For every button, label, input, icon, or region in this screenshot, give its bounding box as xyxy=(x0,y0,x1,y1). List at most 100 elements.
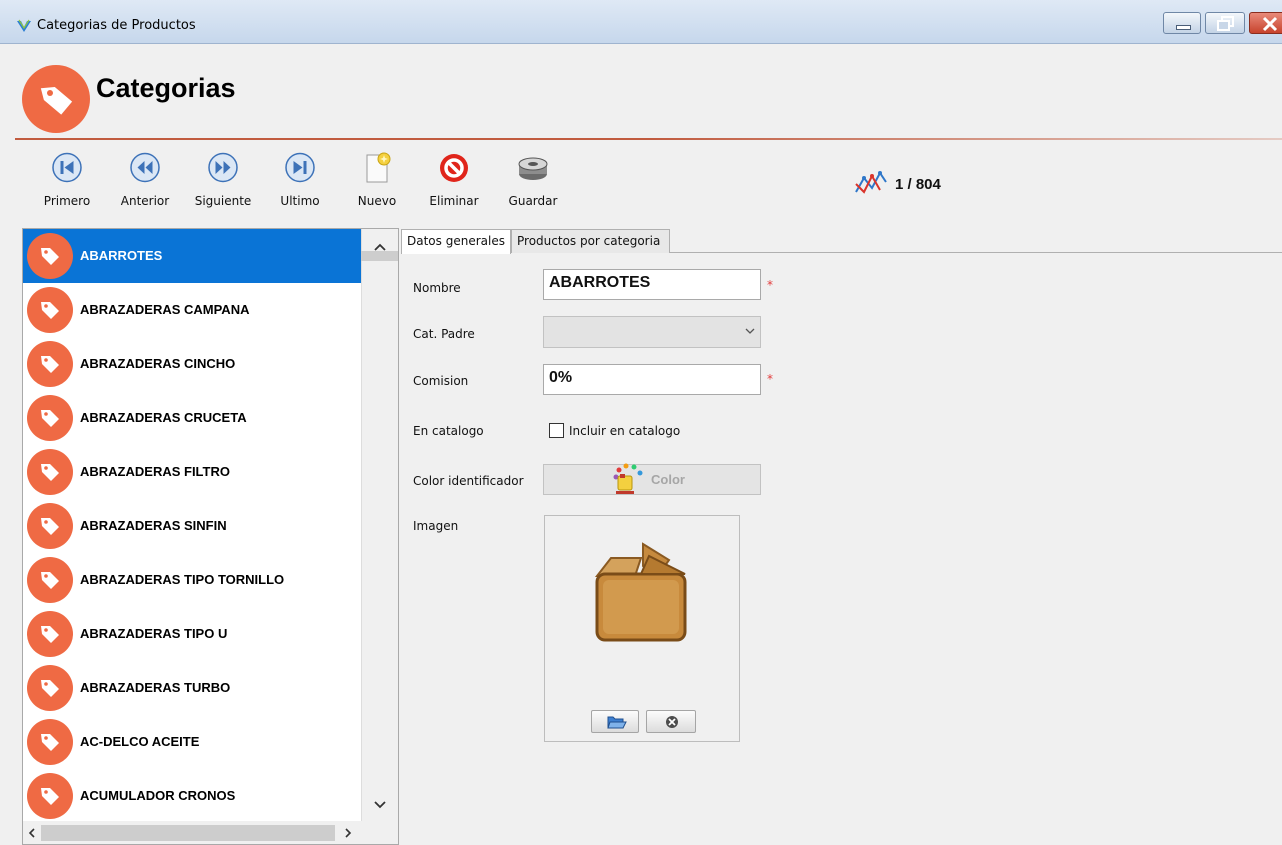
window-title: Categorias de Productos xyxy=(37,18,196,33)
category-tag-icon xyxy=(27,773,73,819)
chevron-down-icon[interactable] xyxy=(744,325,756,337)
first-record-button[interactable]: Primero xyxy=(37,152,97,214)
record-counter: 1 / 804 xyxy=(895,176,941,193)
scroll-right-icon[interactable] xyxy=(343,827,353,839)
next-record-button[interactable]: Siguiente xyxy=(190,152,256,214)
category-label: AC-DELCO ACEITE xyxy=(80,734,200,749)
cat-padre-select[interactable] xyxy=(543,316,761,348)
delete-label: Eliminar xyxy=(429,194,479,208)
horizontal-scroll-thumb[interactable] xyxy=(41,825,335,841)
tag-icon xyxy=(41,248,59,265)
imagen-label: Imagen xyxy=(413,519,459,533)
incluir-catalogo-checkbox[interactable] xyxy=(549,423,564,438)
category-list-item[interactable]: ABRAZADERAS TIPO TORNILLO xyxy=(23,553,361,607)
comision-field[interactable]: 0% xyxy=(543,364,761,395)
scroll-corner xyxy=(361,821,398,844)
nombre-required-mark: * xyxy=(767,278,773,292)
vertical-scrollbar[interactable] xyxy=(361,229,398,821)
category-label: ACUMULADOR CRONOS xyxy=(80,788,236,803)
tag-icon xyxy=(41,302,59,319)
category-list-item[interactable]: ABARROTES xyxy=(23,229,361,283)
previous-record-label: Anterior xyxy=(120,194,170,208)
color-button-label: Color xyxy=(651,472,685,487)
header-divider xyxy=(15,138,1282,140)
category-list-item[interactable]: AC-DELCO ACEITE xyxy=(23,715,361,769)
record-chart-icon xyxy=(855,171,887,194)
category-list-item[interactable]: ABRAZADERAS CAMPANA xyxy=(23,283,361,337)
tag-icon xyxy=(40,87,73,115)
category-list-item[interactable]: ACUMULADOR CRONOS xyxy=(23,769,361,823)
next-record-icon xyxy=(208,152,238,183)
category-label: ABRAZADERAS TIPO TORNILLO xyxy=(80,572,285,587)
tag-icon xyxy=(41,464,59,481)
last-record-label: Ultimo xyxy=(280,194,320,208)
category-label: ABRAZADERAS CRUCETA xyxy=(80,410,247,425)
delete-button[interactable]: Eliminar xyxy=(423,152,485,214)
category-label: ABRAZADERAS SINFIN xyxy=(80,518,227,533)
category-list-item[interactable]: ABRAZADERAS TIPO U xyxy=(23,607,361,661)
previous-record-icon xyxy=(130,152,160,183)
app-icon xyxy=(17,19,31,32)
clear-image-button[interactable] xyxy=(646,710,696,733)
tag-icon xyxy=(41,626,59,643)
cardboard-box-icon xyxy=(594,542,687,642)
category-list[interactable]: ABARROTES ABRAZADERAS CAMPANA ABRAZADERAS … xyxy=(22,228,399,845)
color-identificador-label: Color identificador xyxy=(413,474,524,488)
category-list-item[interactable]: ABRAZADERAS FILTRO xyxy=(23,445,361,499)
minimize-button[interactable] xyxy=(1163,12,1201,34)
category-label: ABRAZADERAS CAMPANA xyxy=(80,302,250,317)
category-tag-icon xyxy=(27,395,73,441)
color-palette-icon xyxy=(613,463,643,494)
previous-record-button[interactable]: Anterior xyxy=(114,152,176,214)
comision-label: Comision xyxy=(413,374,469,388)
tag-icon xyxy=(41,734,59,751)
new-label: Nuevo xyxy=(357,194,397,208)
category-label: ABRAZADERAS FILTRO xyxy=(80,464,230,479)
category-list-item[interactable]: ABRAZADERAS CRUCETA xyxy=(23,391,361,445)
close-icon xyxy=(1262,16,1278,32)
restore-icon xyxy=(1217,16,1234,31)
save-button[interactable]: Guardar xyxy=(501,152,565,214)
nombre-field[interactable]: ABARROTES xyxy=(543,269,761,300)
tag-icon xyxy=(41,518,59,535)
tab-productos-por-categoria[interactable]: Productos por categoria xyxy=(511,229,670,253)
new-button[interactable]: Nuevo xyxy=(354,152,400,214)
category-tag-icon xyxy=(27,341,73,387)
scroll-up-icon[interactable] xyxy=(373,241,387,253)
clear-icon xyxy=(666,716,678,728)
delete-icon xyxy=(440,154,468,182)
scroll-left-icon[interactable] xyxy=(27,827,37,839)
category-list-item[interactable]: ABRAZADERAS TURBO xyxy=(23,661,361,715)
tag-icon xyxy=(41,680,59,697)
tag-icon xyxy=(41,572,59,589)
tab-datos-generales[interactable]: Datos generales xyxy=(401,229,511,254)
category-tag-icon xyxy=(27,557,73,603)
category-list-item[interactable]: ABRAZADERAS CINCHO xyxy=(23,337,361,391)
next-record-label: Siguiente xyxy=(194,194,252,208)
category-tag-icon xyxy=(27,449,73,495)
category-tag-icon xyxy=(27,611,73,657)
category-list-item[interactable]: ABRAZADERAS SINFIN xyxy=(23,499,361,553)
form-panel xyxy=(401,253,1282,845)
scroll-down-icon[interactable] xyxy=(373,799,387,811)
incluir-catalogo-label[interactable]: Incluir en catalogo xyxy=(569,424,680,438)
first-record-icon xyxy=(52,152,82,183)
close-button[interactable] xyxy=(1249,12,1282,34)
category-tag-icon xyxy=(27,287,73,333)
category-label: ABRAZADERAS TURBO xyxy=(80,680,231,695)
category-tag-icon xyxy=(27,233,73,279)
restore-button[interactable] xyxy=(1205,12,1245,34)
save-disk-icon xyxy=(518,157,548,180)
tag-icon xyxy=(41,356,59,373)
open-folder-icon xyxy=(607,716,627,729)
category-label: ABARROTES xyxy=(80,248,163,263)
last-record-icon xyxy=(285,152,315,183)
cat-padre-label: Cat. Padre xyxy=(413,327,475,341)
category-label: ABRAZADERAS TIPO U xyxy=(80,626,228,641)
page-title: Categorias xyxy=(96,73,236,103)
open-image-button[interactable] xyxy=(591,710,639,733)
category-tag-icon xyxy=(27,719,73,765)
en-catalogo-label: En catalogo xyxy=(413,424,484,438)
last-record-button[interactable]: Ultimo xyxy=(275,152,325,214)
category-tag-icon xyxy=(27,503,73,549)
